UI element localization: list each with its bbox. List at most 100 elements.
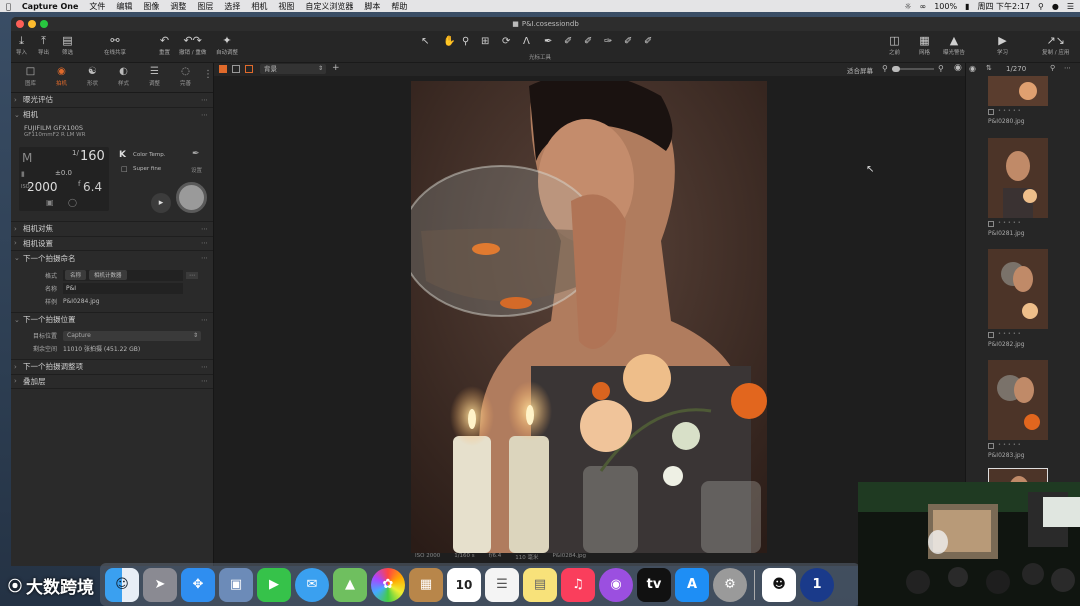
image-viewer[interactable]: ISO 2000 1/160 s f/6.4 110 毫米 P&I0284.jp…: [214, 76, 965, 566]
section-overlay[interactable]: › 叠加层 ⋯: [11, 375, 213, 389]
dock-tv-icon[interactable]: tv: [637, 567, 671, 602]
name-input[interactable]: P&I: [63, 282, 183, 294]
section-camera[interactable]: ⌄ 相机 ⋯: [11, 108, 213, 123]
star-rating[interactable]: •••••: [998, 442, 1023, 448]
minimize-window-button[interactable]: [28, 20, 36, 28]
menu-help[interactable]: 帮助: [391, 1, 407, 12]
dock-notes-icon[interactable]: ▤: [523, 567, 557, 602]
section-next-capture-naming[interactable]: ⌄ 下一个拍摄命名 ⋯: [11, 251, 213, 266]
live-view-button[interactable]: ▸: [151, 193, 171, 213]
destination-select[interactable]: Capture ⇕: [63, 330, 201, 341]
more-tabs-icon[interactable]: ⋮: [203, 63, 213, 92]
dock-launchpad-icon[interactable]: ➤: [143, 567, 177, 602]
dock-qq-icon[interactable]: ☻: [762, 567, 796, 602]
eye-icon[interactable]: ◉: [969, 64, 976, 73]
brush-cursor-icon[interactable]: ✐: [564, 36, 572, 47]
visibility-eye-icon[interactable]: ◉: [954, 63, 962, 73]
filter-button[interactable]: ▤ 筛选: [62, 34, 73, 56]
clone-cursor-icon[interactable]: ✐: [624, 36, 632, 47]
layer-select[interactable]: 背景 ⇕: [260, 64, 326, 74]
zoom-slider-thumb[interactable]: [892, 66, 900, 72]
compare-view-icon[interactable]: [245, 65, 253, 73]
dock-app-store-icon[interactable]: A: [675, 567, 709, 602]
dock-finder-icon[interactable]: ☺: [105, 567, 139, 602]
section-exposure-eval[interactable]: › 曝光评估 ⋯: [11, 93, 213, 108]
copy-apply-button[interactable]: ↗↘ 复制 / 应用: [1042, 34, 1069, 56]
dock-messages-icon[interactable]: ✉: [295, 567, 329, 602]
more-icon[interactable]: ⋯: [1064, 64, 1071, 72]
more-icon[interactable]: ⋯: [201, 377, 208, 385]
format-field[interactable]: 名称 相机计数器: [63, 269, 183, 281]
grid-button[interactable]: ▦ 网格: [919, 34, 930, 56]
search-icon[interactable]: ⚲: [1050, 64, 1055, 72]
tab-finish[interactable]: ◌ 完善: [170, 63, 201, 92]
eyedropper-icon[interactable]: ✒: [192, 149, 200, 159]
sort-icon[interactable]: ⇅: [986, 64, 992, 72]
exposure-comp[interactable]: ±0.0: [55, 169, 72, 177]
export-button[interactable]: ⤒ 导出: [38, 34, 49, 56]
more-icon[interactable]: ⋯: [201, 111, 208, 119]
annotate-cursor-icon[interactable]: ✐: [644, 36, 652, 47]
more-icon[interactable]: ⋯: [201, 363, 208, 371]
more-icon[interactable]: ⋯: [201, 96, 208, 104]
menu-adjust[interactable]: 调整: [170, 1, 186, 12]
rotate-cursor-icon[interactable]: ⟳: [502, 36, 510, 47]
select-checkbox[interactable]: [988, 109, 994, 115]
dock-calendar-icon[interactable]: 10: [447, 567, 481, 602]
thumbnail-281[interactable]: [988, 138, 1048, 218]
undo-redo-button[interactable]: ↶↷ 撤销 / 重做: [179, 34, 206, 56]
metering-icon[interactable]: ▣: [46, 198, 54, 207]
crop-cursor-icon[interactable]: ⊞: [481, 36, 489, 47]
select-checkbox[interactable]: [988, 221, 994, 227]
section-next-capture-location[interactable]: ⌄ 下一个拍摄位置 ⋯: [11, 313, 213, 328]
thumbnail-282[interactable]: [988, 249, 1048, 329]
section-camera-focus[interactable]: › 相机对焦 ⋯: [11, 222, 213, 237]
star-rating[interactable]: •••••: [998, 220, 1023, 226]
menu-select[interactable]: 选择: [224, 1, 240, 12]
dock-1password-icon[interactable]: 1: [800, 567, 834, 602]
heal-cursor-icon[interactable]: ✑: [604, 36, 612, 47]
single-view-icon[interactable]: [232, 65, 240, 73]
capture-shutter-button[interactable]: [176, 182, 207, 213]
online-share-button[interactable]: ⚯ 在线共享: [104, 34, 126, 56]
eraser-cursor-icon[interactable]: ✐: [584, 36, 592, 47]
zoom-cursor-icon[interactable]: ⚲: [462, 36, 469, 47]
star-rating[interactable]: •••••: [998, 331, 1023, 337]
zoom-window-button[interactable]: [40, 20, 48, 28]
before-button[interactable]: ◫ 之前: [889, 34, 900, 56]
menu-layer[interactable]: 图层: [197, 1, 213, 12]
image-quality[interactable]: Super fine: [133, 166, 161, 172]
picker-cursor-icon[interactable]: ✒: [544, 36, 552, 47]
zoom-slider[interactable]: [892, 66, 934, 72]
tab-shape[interactable]: ☯ 形状: [77, 63, 108, 92]
thumbnail-283[interactable]: [988, 360, 1048, 440]
menu-app[interactable]: Capture One: [22, 2, 79, 11]
bluetooth-icon[interactable]: ∞: [920, 2, 927, 11]
menu-camera[interactable]: 相机: [251, 1, 267, 12]
zoom-in-icon[interactable]: ⚲: [938, 64, 944, 73]
section-next-capture-adjustments[interactable]: › 下一个拍摄调整项 ⋯: [11, 360, 213, 375]
dock-maps-icon[interactable]: ▲: [333, 567, 367, 602]
format-more-button[interactable]: ⋯: [186, 271, 198, 279]
select-cursor-icon[interactable]: ↖: [421, 36, 429, 47]
control-center-icon[interactable]: ☰: [1067, 2, 1074, 11]
wifi-icon[interactable]: ☼: [904, 2, 911, 11]
add-layer-icon[interactable]: +: [332, 63, 340, 73]
menu-view[interactable]: 视图: [278, 1, 294, 12]
zoom-fit-label[interactable]: 适合屏幕: [847, 65, 873, 75]
dock-notes-book-icon[interactable]: ▦: [409, 567, 443, 602]
search-icon[interactable]: ⚲: [1038, 2, 1044, 11]
multi-view-icon[interactable]: [219, 65, 227, 73]
tab-adjust[interactable]: ☰ 调整: [139, 63, 170, 92]
menu-clock[interactable]: 周四 下午2:17: [977, 1, 1030, 12]
exposure-mode[interactable]: M: [22, 151, 32, 165]
keystone-cursor-icon[interactable]: Λ: [523, 36, 530, 47]
battery-icon[interactable]: ▮: [965, 2, 969, 11]
pan-cursor-icon[interactable]: ✋: [443, 36, 455, 47]
dock-reminders-icon[interactable]: ☰: [485, 567, 519, 602]
menu-edit[interactable]: 编辑: [116, 1, 132, 12]
dock-music-icon[interactable]: ♫: [561, 567, 595, 602]
menu-image[interactable]: 图像: [143, 1, 159, 12]
select-checkbox[interactable]: [988, 443, 994, 449]
dock-safari-icon[interactable]: ✥: [181, 567, 215, 602]
